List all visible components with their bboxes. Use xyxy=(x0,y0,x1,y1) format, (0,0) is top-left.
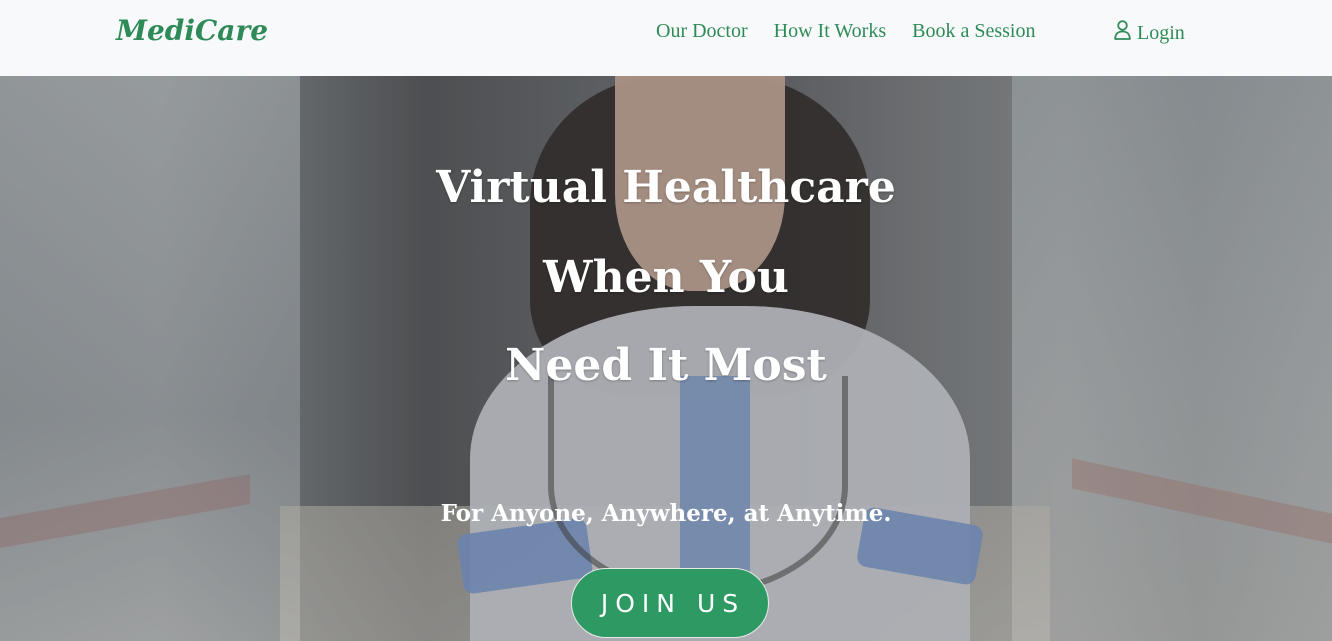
login-label: Login xyxy=(1137,21,1185,44)
hero-headline-line-1: Virtual Healthcare xyxy=(436,162,896,213)
login-link[interactable]: Login xyxy=(1114,20,1185,46)
navbar: MediCare Our Doctor How It Works Book a … xyxy=(0,0,1332,76)
hero-tagline: For Anyone, Anywhere, at Anytime. xyxy=(440,500,892,527)
brand-logo[interactable]: MediCare xyxy=(116,14,268,47)
user-icon xyxy=(1114,20,1131,46)
hero-headline-line-2: When You xyxy=(543,252,789,303)
hero-section: Virtual Healthcare When You Need It Most… xyxy=(0,76,1332,641)
nav-link-how-it-works[interactable]: How It Works xyxy=(774,20,886,43)
hero-headline-line-3: Need It Most xyxy=(505,340,827,391)
nav-links: Our Doctor How It Works Book a Session xyxy=(656,20,1035,43)
nav-link-our-doctor[interactable]: Our Doctor xyxy=(656,20,748,43)
join-us-button[interactable]: JOIN US xyxy=(571,568,769,638)
nav-link-book-session[interactable]: Book a Session xyxy=(912,20,1035,43)
